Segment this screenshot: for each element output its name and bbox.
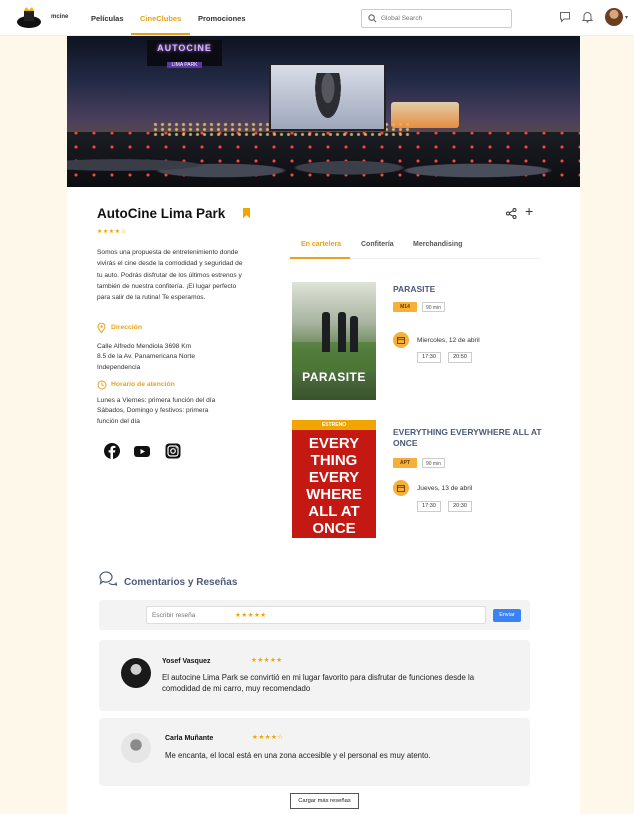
location-pin-icon xyxy=(97,323,106,333)
duration-badge: 90 min xyxy=(422,458,445,468)
global-search[interactable] xyxy=(361,9,512,28)
avatar xyxy=(121,733,151,763)
review-stars: ★★★★☆ xyxy=(252,734,284,741)
tab-merchandising[interactable]: Merchandising xyxy=(413,241,462,248)
review-text: El autocine Lima Park se convirtió en mi… xyxy=(162,673,475,693)
hero-image: AUTOCINE LIMA PARK xyxy=(67,36,580,187)
instagram-icon[interactable] xyxy=(165,443,181,459)
nav-active-indicator xyxy=(131,33,190,35)
calendar-icon xyxy=(393,480,409,496)
tab-confiteria[interactable]: Confitería xyxy=(361,241,394,248)
showtime-button[interactable]: 20:50 xyxy=(448,352,472,363)
review-card: Carla Muñante ★★★★☆ Me encanta, el local… xyxy=(99,718,530,786)
top-navbar: mcine Películas CineClubes Promociones ▾ xyxy=(0,0,634,36)
club-rating: ★★★★☆ xyxy=(97,229,127,235)
showtime-date: Miercoles, 12 de abril xyxy=(417,337,480,344)
share-icon[interactable] xyxy=(506,208,517,219)
brand-name: mcine xyxy=(51,14,69,20)
review-form: ★★★★★ Enviar xyxy=(99,600,530,630)
review-card: Yosef Vasquez ★★★★★ El autocine Lima Par… xyxy=(99,640,530,711)
age-rating-badge: APT xyxy=(393,458,417,468)
showtime-button[interactable]: 17:30 xyxy=(417,352,441,363)
autocine-logo: AUTOCINE LIMA PARK xyxy=(147,40,222,68)
club-address: Calle Alfredo Mendiola 3698 Km 8.5 de la… xyxy=(97,343,195,371)
tab-en-cartelera[interactable]: En cartelera xyxy=(301,241,341,248)
movie-poster-everything[interactable]: ESTRENO EVERY THING EVERY WHERE ALL AT O… xyxy=(292,420,376,538)
movie-poster-parasite[interactable]: PARASITE xyxy=(292,282,376,400)
club-hours: Lunes a Viernes: primera función del día… xyxy=(97,397,216,425)
nav-cineclubes[interactable]: CineClubes xyxy=(140,14,181,23)
bell-icon[interactable] xyxy=(582,11,593,23)
showtime-date: Jueves, 13 de abril xyxy=(417,485,473,492)
avatar xyxy=(121,658,151,688)
showtime-button[interactable]: 20:30 xyxy=(448,501,472,512)
review-text: Me encanta, el local está en una zona ac… xyxy=(165,751,431,760)
cinema-screen xyxy=(269,63,386,131)
clock-icon xyxy=(97,380,107,390)
logo-icon[interactable] xyxy=(16,5,42,29)
youtube-icon[interactable] xyxy=(134,443,150,459)
bookmark-icon[interactable] xyxy=(243,208,250,218)
load-more-reviews-button[interactable]: Cargar más reseñas xyxy=(290,793,359,809)
chat-icon[interactable] xyxy=(559,11,571,23)
review-input-box[interactable]: ★★★★★ Enviar xyxy=(146,606,521,624)
review-input[interactable] xyxy=(152,609,227,622)
showtime-button[interactable]: 17:30 xyxy=(417,501,441,512)
age-rating-badge: M14 xyxy=(393,302,417,312)
reviewer-name: Yosef Vasquez xyxy=(162,658,211,665)
add-icon[interactable]: + xyxy=(525,203,533,219)
tab-active-indicator xyxy=(290,257,350,259)
facebook-icon[interactable] xyxy=(104,443,120,459)
review-star-selector[interactable]: ★★★★★ xyxy=(235,611,267,619)
search-input[interactable] xyxy=(381,12,506,25)
nav-peliculas[interactable]: Películas xyxy=(91,14,124,23)
send-review-button[interactable]: Enviar xyxy=(493,609,521,622)
club-description: Somos una propuesta de entretenimiento d… xyxy=(97,249,243,302)
calendar-icon xyxy=(393,332,409,348)
reviewer-name: Carla Muñante xyxy=(165,735,214,742)
club-panel: AUTOCINE LIMA PARK AutoCine Lima Park ★★… xyxy=(67,36,580,814)
user-avatar[interactable] xyxy=(605,8,623,26)
duration-badge: 90 min xyxy=(422,302,445,312)
premiere-badge: ESTRENO xyxy=(292,420,376,430)
comments-icon xyxy=(99,571,117,586)
chevron-down-icon[interactable]: ▾ xyxy=(625,14,628,21)
club-title: AutoCine Lima Park xyxy=(97,206,226,221)
reviews-heading: Comentarios y Reseñas xyxy=(124,577,238,588)
movie-title[interactable]: PARASITE xyxy=(393,284,543,295)
movie-title[interactable]: EVERYTHING EVERYWHERE ALL AT ONCE xyxy=(393,427,543,449)
nav-promociones[interactable]: Promociones xyxy=(198,14,246,23)
review-stars: ★★★★★ xyxy=(251,657,283,664)
search-icon xyxy=(368,14,377,23)
